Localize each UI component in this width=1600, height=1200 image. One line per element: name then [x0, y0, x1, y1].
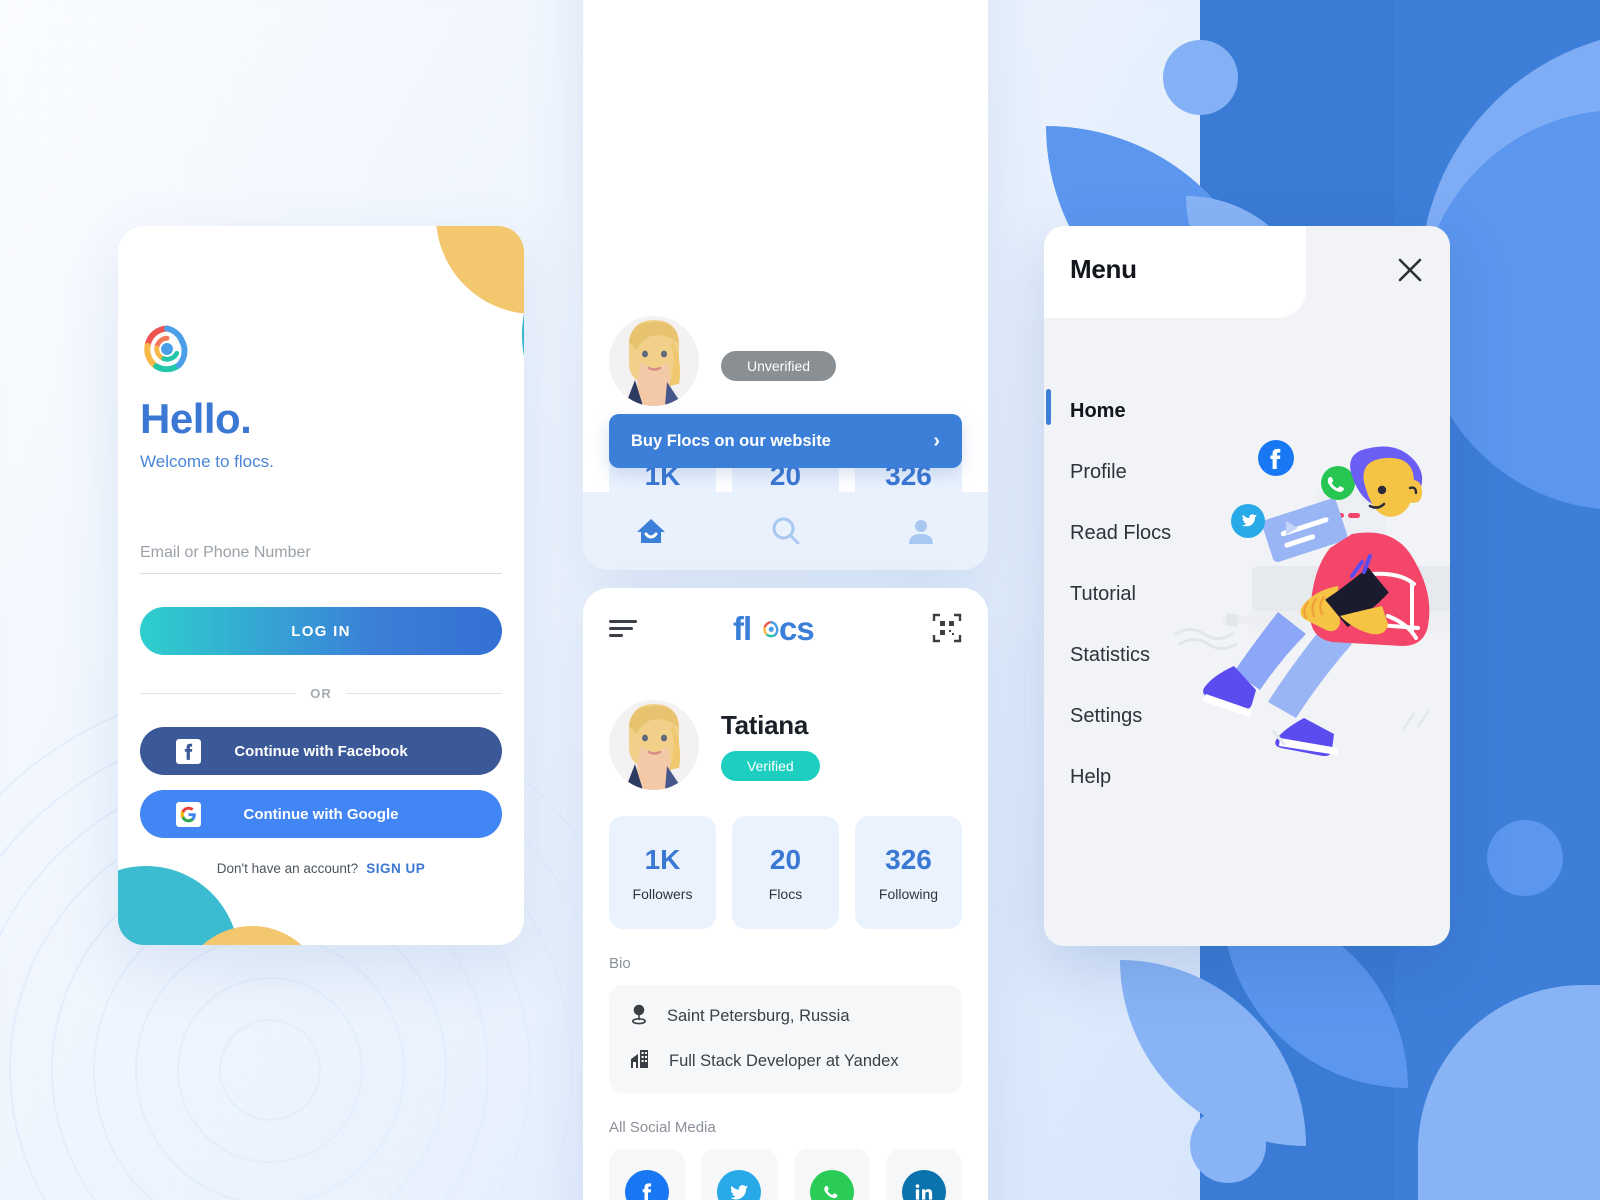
- divider-line-left: [140, 693, 297, 694]
- menu-item-label: Read Flocs: [1070, 522, 1172, 544]
- or-divider: OR: [140, 686, 502, 701]
- signup-prompt-text: Don't have an account?: [216, 861, 359, 876]
- blob-circle-top: [1163, 40, 1238, 115]
- continue-with-facebook-button[interactable]: Continue with Facebook: [140, 727, 502, 775]
- social-media-grid: [609, 1149, 962, 1200]
- welcome-subtitle: Welcome to flocs.: [140, 452, 274, 471]
- stat-following[interactable]: 326 Following: [855, 816, 962, 929]
- svg-text:cs: cs: [779, 610, 814, 647]
- location-pin-icon: [629, 1003, 649, 1030]
- google-icon: [175, 801, 202, 828]
- menu-item-profile[interactable]: Profile: [1044, 442, 1450, 503]
- social-cell-whatsapp[interactable]: [793, 1149, 870, 1200]
- login-card: Hello. Welcome to flocs. LOG IN OR Conti…: [118, 226, 524, 945]
- menu-item-label: Tutorial: [1070, 583, 1136, 605]
- whatsapp-icon: [809, 1170, 854, 1200]
- profile-person-icon[interactable]: [905, 515, 937, 547]
- bio-text: Full Stack Developer at Yandex: [669, 1052, 899, 1070]
- user-avatar-photo: [609, 316, 699, 406]
- social-cell-twitter[interactable]: [701, 1149, 778, 1200]
- menu-item-label: Settings: [1070, 705, 1143, 727]
- user-avatar-photo: [609, 700, 699, 790]
- stat-flocs[interactable]: 20 Flocs: [732, 816, 839, 929]
- social-cell-linkedin[interactable]: [885, 1149, 962, 1200]
- stat-label: Following: [878, 885, 939, 902]
- signup-prompt-row: Don't have an account? SIGN UP: [140, 861, 502, 876]
- menu-item-statistics[interactable]: Statistics: [1044, 625, 1450, 686]
- stat-label: Flocs: [768, 885, 803, 902]
- svg-text:fl: fl: [733, 610, 751, 647]
- status-badge: Unverified: [721, 351, 837, 381]
- menu-item-help[interactable]: Help: [1044, 747, 1450, 808]
- menu-header: Menu: [1044, 226, 1450, 318]
- profile-header: Unverified: [609, 316, 962, 406]
- bio-row-work: Full Stack Developer at Yandex: [629, 1048, 942, 1075]
- stat-value: 1K: [644, 843, 681, 875]
- buy-flocs-label: Buy Flocs on our website: [631, 431, 831, 450]
- linkedin-icon: [901, 1170, 946, 1200]
- close-x-icon[interactable]: [1392, 252, 1428, 288]
- menu-item-home[interactable]: Home: [1044, 381, 1450, 442]
- search-icon[interactable]: [769, 514, 803, 548]
- deco-yellow-circle-bottom: [178, 926, 326, 945]
- profile-header: Tatiana Verified: [609, 672, 962, 790]
- bottom-tab-bar: [583, 492, 988, 570]
- profile-name: Tatiana: [721, 709, 808, 740]
- social-section-title: All Social Media: [609, 1119, 716, 1136]
- continue-with-google-button[interactable]: Continue with Google: [140, 790, 502, 838]
- deco-teal-circle-bottom: [118, 866, 239, 945]
- chevron-right-icon: ›: [933, 429, 940, 452]
- qr-code-scan-icon[interactable]: [932, 613, 962, 648]
- bio-section-title: Bio: [609, 955, 631, 972]
- menu-item-read-flocs[interactable]: Read Flocs: [1044, 503, 1450, 564]
- menu-item-tutorial[interactable]: Tutorial: [1044, 564, 1450, 625]
- flocs-logo: fl cs: [733, 610, 837, 650]
- menu-item-settings[interactable]: Settings: [1044, 686, 1450, 747]
- menu-title: Menu: [1070, 254, 1137, 284]
- app-header: fl cs: [583, 588, 988, 672]
- stat-value: 20: [769, 843, 802, 875]
- home-icon[interactable]: [634, 514, 668, 548]
- hamburger-menu-icon[interactable]: [609, 618, 637, 643]
- twitter-icon: [717, 1170, 762, 1200]
- stat-label: Followers: [632, 885, 693, 902]
- stat-value: 326: [885, 843, 932, 875]
- bio-box: Saint Petersburg, Russia Full Stack Deve…: [609, 985, 962, 1093]
- email-input[interactable]: [140, 544, 502, 574]
- bio-text: Saint Petersburg, Russia: [667, 1007, 850, 1025]
- menu-item-label: Statistics: [1070, 644, 1151, 666]
- status-badge: Verified: [721, 750, 820, 781]
- page-title: Hello.: [140, 395, 252, 442]
- menu-item-label: Profile: [1070, 461, 1127, 483]
- facebook-button-label: Continue with Facebook: [234, 742, 408, 760]
- blob-circle-bottom: [1190, 1107, 1266, 1183]
- email-field-wrapper: [140, 544, 502, 574]
- profile-card-verified: fl cs Tatiana Verified 1K Followers 20 F…: [583, 588, 988, 1200]
- divider-label: OR: [310, 686, 332, 701]
- menu-panel: Menu Home Profile Read Flocs Tutorial St…: [1044, 226, 1450, 946]
- facebook-icon: [625, 1170, 670, 1200]
- blob-circle-bottom-right: [1487, 820, 1563, 896]
- social-cell-facebook[interactable]: [609, 1149, 686, 1200]
- menu-nav-list: Home Profile Read Flocs Tutorial Statist…: [1044, 381, 1450, 808]
- sign-up-link[interactable]: SIGN UP: [366, 861, 425, 876]
- menu-item-label: Home: [1070, 400, 1126, 422]
- menu-item-label: Help: [1070, 766, 1112, 788]
- google-button-label: Continue with Google: [243, 805, 399, 823]
- buy-flocs-banner[interactable]: Buy Flocs on our website ›: [609, 414, 962, 468]
- profile-card-unverified: Unverified 1K Followers 20 Flocs 326 Fol…: [583, 0, 988, 570]
- stat-followers[interactable]: 1K Followers: [609, 816, 716, 929]
- profile-stats: 1K Followers 20 Flocs 326 Following: [609, 816, 962, 929]
- office-building-icon: [629, 1048, 651, 1075]
- bio-row-location: Saint Petersburg, Russia: [629, 1003, 942, 1030]
- facebook-icon: [175, 738, 202, 765]
- divider-line-right: [345, 693, 502, 694]
- log-in-button[interactable]: LOG IN: [140, 607, 502, 655]
- flocs-swirl-logo-icon: [140, 322, 194, 376]
